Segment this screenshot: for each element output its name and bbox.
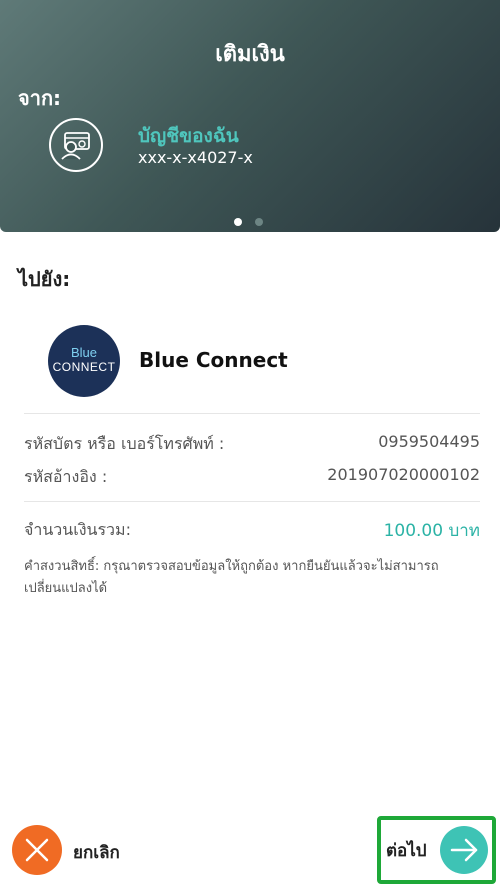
- biller-logo-text-bottom: CONNECT: [52, 360, 116, 374]
- account-pager[interactable]: [234, 211, 271, 226]
- reference-value: 201907020000102: [327, 465, 480, 484]
- next-button[interactable]: [440, 826, 488, 874]
- card-or-phone-label: รหัสบัตร หรือ เบอร์โทรศัพท์ :: [24, 434, 225, 453]
- close-icon[interactable]: [12, 825, 62, 875]
- divider: [24, 501, 480, 502]
- cancel-label[interactable]: ยกเลิก: [73, 839, 120, 866]
- pager-dot-active[interactable]: [234, 218, 242, 226]
- pager-dot-inactive[interactable]: [255, 218, 264, 226]
- cancel-button[interactable]: [12, 825, 62, 875]
- biller-logo-text-top: Blue: [70, 345, 98, 360]
- source-account-number: xxx-x-x4027-x: [138, 148, 253, 167]
- card-or-phone-value: 0959504495: [378, 432, 480, 451]
- biller-name: Blue Connect: [139, 348, 288, 372]
- amount-label: จำนวนเงินรวม:: [24, 520, 131, 539]
- divider: [24, 413, 480, 414]
- amount-value: 100.00 บาท: [383, 521, 480, 541]
- disclaimer-text: คำสงวนสิทธิ์: กรุณาตรวจสอบข้อมูลให้ถูกต้…: [24, 559, 439, 596]
- account-card-user-icon: [49, 118, 103, 172]
- header-banner: เติมเงิน จาก: บัญชีของฉัน xxx-x-x4027-x: [0, 0, 500, 232]
- arrow-right-icon[interactable]: [440, 826, 488, 874]
- to-label: ไปยัง:: [18, 267, 71, 291]
- from-label: จาก:: [18, 86, 62, 110]
- biller-logo: Blue CONNECT: [48, 325, 120, 397]
- page-title: เติมเงิน: [215, 42, 285, 67]
- reference-label: รหัสอ้างอิง :: [24, 467, 108, 486]
- source-account-name[interactable]: บัญชีของฉัน: [138, 121, 239, 151]
- next-label[interactable]: ต่อไป: [386, 837, 427, 864]
